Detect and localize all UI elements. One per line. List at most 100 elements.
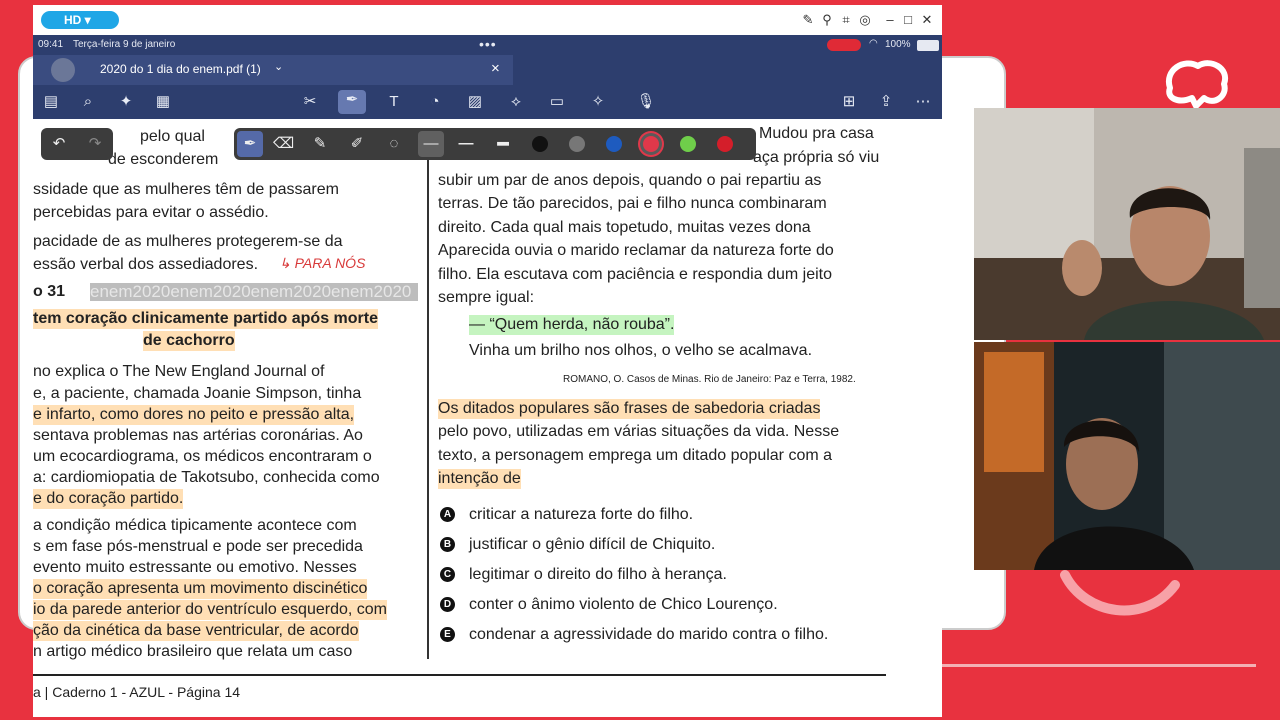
pen-palette: ✒ ⌫ ✎ ✐ ◌ — — ━ [234, 128, 756, 160]
option-b-badge[interactable]: B [440, 537, 455, 552]
paragraph-line: a condição médica tipicamente acontece c… [33, 517, 357, 534]
marker-icon[interactable]: ✐ [347, 134, 367, 154]
more-options-icon[interactable]: ⋯ [913, 92, 933, 112]
paragraph-line: sentava problemas nas artérias coronária… [33, 427, 363, 444]
color-swatch-green[interactable] [680, 136, 696, 152]
pin-icon[interactable]: ⚲ [819, 12, 835, 28]
tab-close-icon[interactable]: × [491, 60, 500, 77]
option-c-badge[interactable]: C [440, 567, 455, 582]
window-titlebar: HD ▾ ✎ ⚲ ⌗ ◎ – □ ✕ [33, 5, 942, 35]
option-b[interactable]: justificar o gênio difícil de Chiquito. [469, 535, 715, 555]
left-text-line: pacidade de as mulheres protegerem-se da [33, 233, 343, 250]
tab-bar: 2020 do 1 dia do enem.pdf (1) ⌄ × [33, 55, 942, 85]
close-icon[interactable]: ✕ [919, 12, 935, 28]
wifi-icon: ◠ [869, 38, 878, 49]
paragraph-line: s em fase pós-menstrual e pode ser prece… [33, 538, 363, 555]
minimize-icon[interactable]: – [882, 12, 898, 28]
thin-stroke-icon[interactable]: — [418, 131, 444, 157]
main-toolbar: ▤ ⌕ ✦ ▦ ✂ ✒ T ◔ ▨ ⟡ ▭ ✧ 🎙 ⊞ ⇪ ⋯ [33, 85, 942, 119]
left-text-line: percebidas para evitar o assédio. [33, 204, 269, 221]
quote-line: — “Quem herda, não rouba”. [469, 315, 675, 335]
option-a-badge[interactable]: A [440, 507, 455, 522]
color-swatch-blue[interactable] [606, 136, 622, 152]
page-footer: a | Caderno 1 - AZUL - Página 14 [33, 684, 241, 700]
hd-quality-button[interactable]: HD ▾ [41, 11, 119, 29]
brand-logo-icon [1162, 58, 1232, 110]
citation: ROMANO, O. Casos de Minas. Rio de Janeir… [563, 374, 856, 385]
option-c[interactable]: legitimar o direito do filho à herança. [469, 565, 727, 585]
divider-line [942, 664, 1256, 667]
paragraph-line: e do coração partido. [33, 489, 184, 509]
question-line: texto, a personagem emprega um ditado po… [438, 447, 833, 464]
fountain-pen-icon[interactable]: ✒ [237, 131, 263, 157]
thick-stroke-icon[interactable]: ━ [493, 134, 513, 154]
option-d[interactable]: conter o ânimo violento de Chico Lourenç… [469, 595, 778, 615]
more-dots-icon[interactable]: ••• [479, 36, 497, 52]
microphone-icon[interactable]: 🎙 [636, 92, 656, 112]
image-icon[interactable]: ▨ [465, 92, 485, 112]
text-box-icon[interactable]: T [384, 92, 404, 112]
undo-icon[interactable]: ↶ [49, 134, 69, 154]
chevron-down-icon[interactable]: ⌄ [274, 60, 283, 73]
question-number: o 31 [33, 283, 66, 300]
enem-watermark-strip: enem2020enem2020enem2020enem2020 [90, 283, 418, 301]
share-icon[interactable]: ⇪ [876, 92, 896, 112]
paragraph-line: ção da cinética da base ventricular, de … [33, 621, 359, 641]
story-line: Vinha um brilho nos olhos, o velho se ac… [469, 342, 813, 359]
pencil-icon[interactable]: ✎ [800, 12, 816, 28]
paragraph-line: n artigo médico brasileiro que relata um… [33, 643, 353, 660]
medium-stroke-icon[interactable]: — [456, 134, 476, 154]
article-title: tem coração clinicamente partido após mo… [33, 309, 378, 329]
record-icon[interactable]: ◎ [857, 12, 873, 28]
add-page-icon[interactable]: ⊞ [839, 92, 859, 112]
document-icon[interactable]: ▦ [153, 92, 173, 112]
footer-rule [33, 674, 886, 676]
story-line: sempre igual: [438, 289, 535, 306]
tab-document[interactable]: 2020 do 1 dia do enem.pdf (1) ⌄ × [33, 55, 513, 85]
webcam-presenter-1 [974, 108, 1280, 340]
color-swatch-black[interactable] [532, 136, 548, 152]
lasso-icon[interactable]: ✂ [300, 92, 320, 112]
story-line: subir um par de anos depois, quando o pa… [438, 172, 822, 189]
maximize-icon[interactable]: □ [900, 12, 916, 28]
lasso-select-icon[interactable]: ◌ [384, 134, 404, 154]
handwritten-annotation: ↳ PARA NÓS [279, 255, 366, 271]
color-swatch-dark-red[interactable] [717, 136, 733, 152]
shapes-icon[interactable]: ◔ [425, 92, 445, 112]
webcam-presenter-2 [974, 342, 1280, 570]
paragraph-line: um ecocardiograma, os médicos encontrara… [33, 448, 372, 465]
story-line: filho. Ela escutava com paciência e resp… [438, 266, 832, 283]
battery-label: 100% [885, 39, 911, 50]
ai-sparkle-icon[interactable]: ✦ [116, 92, 136, 112]
paragraph-line: o coração apresenta um movimento disciné… [33, 579, 368, 599]
paragraph-line: a: cardiomiopatia de Takotsubo, conhecid… [33, 469, 380, 486]
question-line: Os ditados populares são frases de sabed… [438, 399, 821, 419]
laser-icon[interactable]: ✧ [588, 92, 608, 112]
question-line: pelo povo, utilizadas em várias situaçõe… [438, 423, 840, 440]
sidebar-icon[interactable]: ▤ [41, 92, 61, 112]
color-swatch-gray[interactable] [569, 136, 585, 152]
option-d-badge[interactable]: D [440, 597, 455, 612]
annotation-toolbar: ↶ ↷ ✒ ⌫ ✎ ✐ ◌ — — ━ [41, 128, 756, 160]
eraser-icon[interactable]: ⌫ [273, 134, 294, 154]
left-text-line: ssidade que as mulheres têm de passarem [33, 181, 339, 198]
story-line: Aparecida ouvia o marido reclamar da nat… [438, 242, 834, 259]
right-text-fragment: aça própria só viu [753, 149, 880, 166]
note-icon[interactable]: ▭ [547, 92, 567, 112]
search-icon[interactable]: ⌕ [78, 92, 98, 112]
color-swatch-red-selected[interactable] [643, 136, 659, 152]
option-a[interactable]: criticar a natureza forte do filho. [469, 505, 693, 525]
option-e[interactable]: condenar a agressividade do marido contr… [469, 625, 828, 645]
question-line: intenção de [438, 469, 521, 489]
paragraph-line: e infarto, como dores no peito e pressão… [33, 405, 355, 425]
brand-logo-watermark-icon [1055, 565, 1185, 625]
pdf-page: pelo qual de esconderem ssidade que as m… [33, 119, 942, 717]
pen-tool-icon[interactable]: ✒ [338, 90, 366, 114]
battery-icon [917, 40, 939, 51]
elements-icon[interactable]: ⟡ [506, 92, 526, 112]
option-e-badge[interactable]: E [440, 627, 455, 642]
article-title-2: de cachorro [143, 331, 235, 351]
redo-icon[interactable]: ↷ [85, 134, 105, 154]
highlighter-icon[interactable]: ✎ [310, 134, 330, 154]
crop-icon[interactable]: ⌗ [838, 12, 854, 28]
